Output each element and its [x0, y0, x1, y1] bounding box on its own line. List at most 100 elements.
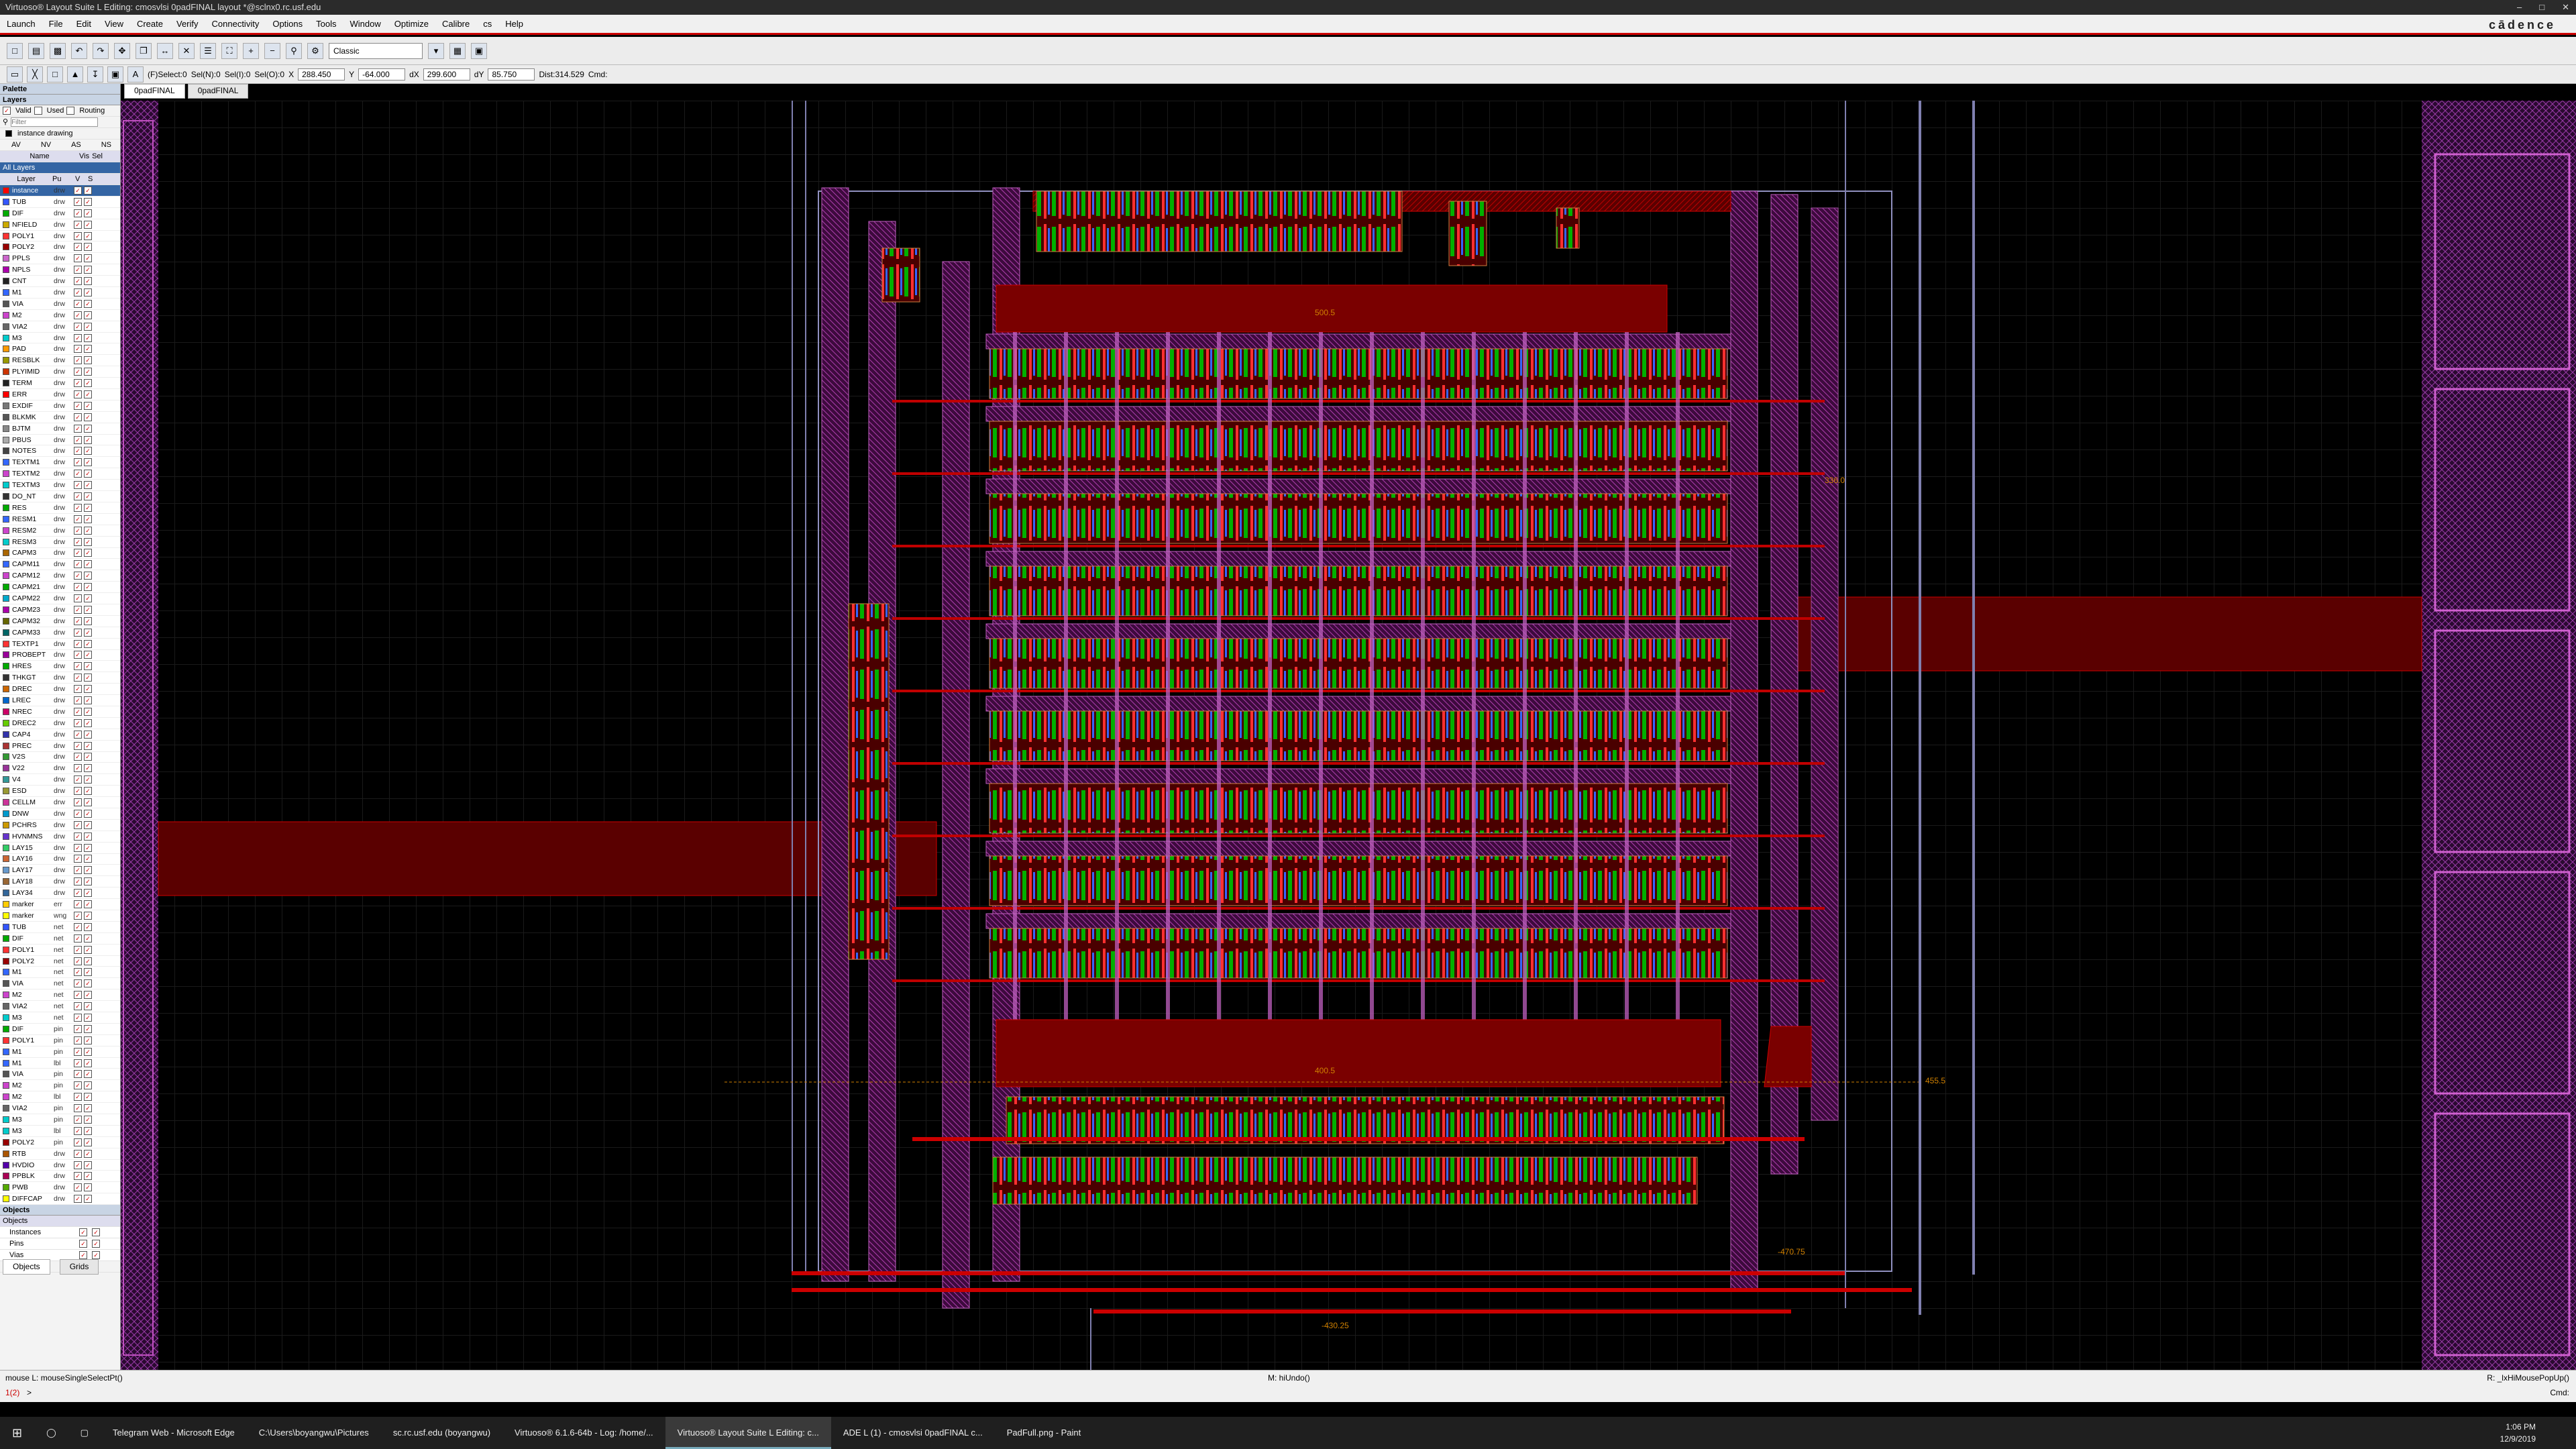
layer-row[interactable]: M1 pin ✓ ✓: [0, 1046, 120, 1058]
layout-icon[interactable]: ▦: [449, 42, 466, 59]
layer-row[interactable]: M2 pin ✓ ✓: [0, 1080, 120, 1092]
minimize-icon[interactable]: –: [2517, 0, 2522, 15]
layer-row[interactable]: HVNMNS drw ✓ ✓: [0, 831, 120, 843]
layer-visible-checkbox[interactable]: ✓: [74, 277, 82, 286]
layer-visible-checkbox[interactable]: ✓: [74, 1093, 82, 1102]
layer-row[interactable]: PLYIMID drw ✓ ✓: [0, 366, 120, 378]
layer-visible-checkbox[interactable]: ✓: [74, 186, 82, 195]
drc-icon[interactable]: ⚙: [307, 42, 323, 59]
layer-row[interactable]: RES drw ✓ ✓: [0, 502, 120, 514]
layer-visible-checkbox[interactable]: ✓: [74, 299, 82, 308]
layer-row[interactable]: marker err ✓ ✓: [0, 899, 120, 910]
layer-row[interactable]: M2 lbl ✓ ✓: [0, 1091, 120, 1104]
layer-row[interactable]: DIF pin ✓ ✓: [0, 1024, 120, 1035]
workspace-select[interactable]: Classic: [329, 42, 423, 59]
layer-visible-checkbox[interactable]: ✓: [74, 197, 82, 206]
layer-select-checkbox[interactable]: ✓: [84, 299, 92, 308]
layer-row[interactable]: marker wng ✓ ✓: [0, 910, 120, 922]
layer-select-checkbox[interactable]: ✓: [84, 401, 92, 410]
search-icon[interactable]: ◯: [34, 1417, 68, 1449]
layer-row[interactable]: V22 drw ✓ ✓: [0, 763, 120, 775]
layer-row[interactable]: NPLS drw ✓ ✓: [0, 264, 120, 276]
layer-row[interactable]: DIFFCAP drw ✓ ✓: [0, 1193, 120, 1205]
create-path-icon[interactable]: ╳: [27, 66, 43, 83]
layer-row[interactable]: EXDIF drw ✓ ✓: [0, 400, 120, 412]
layer-visible-checkbox[interactable]: ✓: [74, 209, 82, 217]
layer-row[interactable]: M2 net ✓ ✓: [0, 989, 120, 1002]
new-icon[interactable]: □: [7, 42, 23, 59]
layer-visible-checkbox[interactable]: ✓: [74, 526, 82, 535]
layer-row[interactable]: LAY34 drw ✓ ✓: [0, 888, 120, 900]
layer-visible-checkbox[interactable]: ✓: [74, 481, 82, 490]
layer-select-checkbox[interactable]: ✓: [84, 186, 92, 195]
layer-select-checkbox[interactable]: ✓: [84, 368, 92, 376]
layer-select-checkbox[interactable]: ✓: [84, 1070, 92, 1079]
layer-visible-checkbox[interactable]: ✓: [74, 787, 82, 796]
layer-visible-checkbox[interactable]: ✓: [74, 390, 82, 398]
valid-checkbox[interactable]: ✓: [3, 107, 11, 115]
layer-row[interactable]: NOTES drw ✓ ✓: [0, 445, 120, 458]
layer-row[interactable]: PROBEPT drw ✓ ✓: [0, 650, 120, 661]
layer-row[interactable]: VIA2 pin ✓ ✓: [0, 1103, 120, 1115]
grids-tab[interactable]: Grids: [59, 1258, 99, 1275]
menu-calibre[interactable]: Calibre: [435, 19, 476, 29]
layer-visible-checkbox[interactable]: ✓: [74, 662, 82, 671]
object-row[interactable]: Pins ✓ ✓: [0, 1238, 120, 1250]
layer-select-checkbox[interactable]: ✓: [84, 503, 92, 512]
layer-visible-checkbox[interactable]: ✓: [74, 492, 82, 500]
layer-row[interactable]: CAPM23 drw ✓ ✓: [0, 604, 120, 616]
layer-row[interactable]: V2S drw ✓ ✓: [0, 752, 120, 763]
object-visible-checkbox[interactable]: ✓: [79, 1240, 87, 1248]
create-rect-icon[interactable]: ▭: [7, 66, 23, 83]
layer-visible-checkbox[interactable]: ✓: [74, 311, 82, 319]
copy-icon[interactable]: ❐: [136, 42, 152, 59]
properties-icon[interactable]: ☰: [200, 42, 216, 59]
layer-select-checkbox[interactable]: ✓: [84, 1161, 92, 1169]
layer-select-checkbox[interactable]: ✓: [84, 991, 92, 1000]
layer-select-checkbox[interactable]: ✓: [84, 707, 92, 716]
current-lpp[interactable]: instance drawing: [17, 128, 73, 140]
layer-visible-checkbox[interactable]: ✓: [74, 718, 82, 727]
layer-row[interactable]: VIA2 net ✓ ✓: [0, 1001, 120, 1013]
as-button[interactable]: AS: [71, 140, 81, 151]
layer-row[interactable]: CAPM3 drw ✓ ✓: [0, 548, 120, 559]
layer-visible-checkbox[interactable]: ✓: [74, 368, 82, 376]
objects-tab[interactable]: Objects: [3, 1258, 50, 1275]
layer-row[interactable]: M3 net ✓ ✓: [0, 1012, 120, 1024]
layer-select-checkbox[interactable]: ✓: [84, 662, 92, 671]
maximize-icon[interactable]: □: [2539, 0, 2544, 15]
layer-row[interactable]: LREC drw ✓ ✓: [0, 695, 120, 706]
av-button[interactable]: AV: [11, 140, 21, 151]
layer-row[interactable]: RTB drw ✓ ✓: [0, 1148, 120, 1160]
layer-select-checkbox[interactable]: ✓: [84, 277, 92, 286]
layer-row[interactable]: TERM drw ✓ ✓: [0, 378, 120, 390]
layer-visible-checkbox[interactable]: ✓: [74, 957, 82, 965]
layer-visible-checkbox[interactable]: ✓: [74, 651, 82, 659]
layer-visible-checkbox[interactable]: ✓: [74, 583, 82, 592]
layer-visible-checkbox[interactable]: ✓: [74, 1138, 82, 1146]
layer-row[interactable]: VIA pin ✓ ✓: [0, 1069, 120, 1081]
zoom-out-icon[interactable]: −: [264, 42, 280, 59]
layer-select-checkbox[interactable]: ✓: [84, 685, 92, 694]
layer-select-checkbox[interactable]: ✓: [84, 356, 92, 365]
layer-row[interactable]: PWB drw ✓ ✓: [0, 1182, 120, 1194]
layer-select-checkbox[interactable]: ✓: [84, 1172, 92, 1181]
layer-row[interactable]: PAD drw ✓ ✓: [0, 343, 120, 356]
all-layers-row[interactable]: All Layers: [0, 162, 120, 174]
layer-visible-checkbox[interactable]: ✓: [74, 1126, 82, 1135]
layer-select-checkbox[interactable]: ✓: [84, 764, 92, 773]
layer-select-checkbox[interactable]: ✓: [84, 435, 92, 444]
layer-row[interactable]: LAY16 drw ✓ ✓: [0, 854, 120, 865]
layer-select-checkbox[interactable]: ✓: [84, 197, 92, 206]
layer-select-checkbox[interactable]: ✓: [84, 934, 92, 943]
layer-visible-checkbox[interactable]: ✓: [74, 1013, 82, 1022]
layer-visible-checkbox[interactable]: ✓: [74, 911, 82, 920]
layer-row[interactable]: DIF net ✓ ✓: [0, 933, 120, 945]
menu-create[interactable]: Create: [130, 19, 170, 29]
layer-select-checkbox[interactable]: ✓: [84, 775, 92, 784]
start-button[interactable]: ⊞: [0, 1417, 34, 1449]
layer-row[interactable]: CNT drw ✓ ✓: [0, 276, 120, 288]
layer-row[interactable]: CAPM32 drw ✓ ✓: [0, 616, 120, 627]
layer-row[interactable]: TUB drw ✓ ✓: [0, 197, 120, 208]
layer-select-checkbox[interactable]: ✓: [84, 424, 92, 433]
